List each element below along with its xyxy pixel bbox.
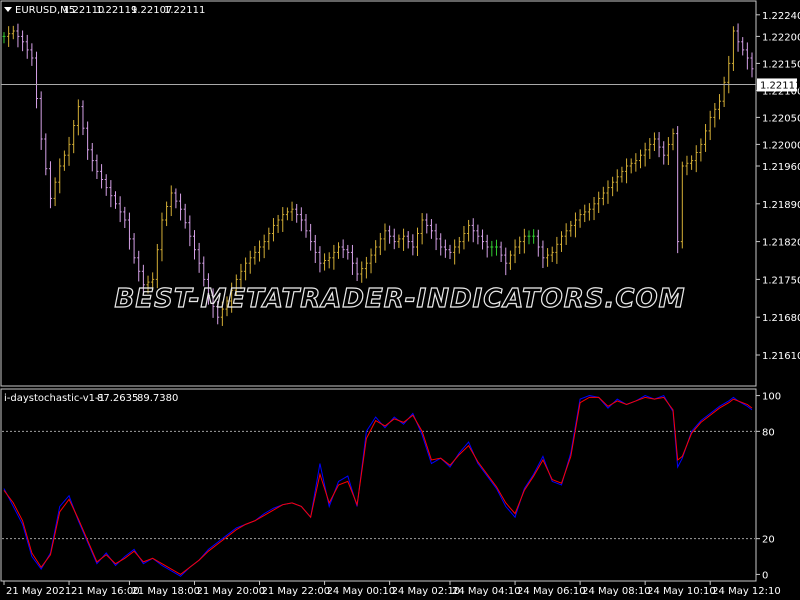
time-tick-label: 21 May 22:00 bbox=[262, 586, 331, 597]
price-tick-label: 1.21680 bbox=[762, 313, 800, 324]
indicator-tick-label: 20 bbox=[762, 535, 775, 546]
trading-chart[interactable]: 1.222401.222001.221501.221001.220501.220… bbox=[0, 0, 800, 600]
indicator-tick-label: 80 bbox=[762, 427, 775, 438]
indicator-value-1: 87.2635 bbox=[97, 393, 138, 404]
time-tick-label: 24 May 10:10 bbox=[647, 586, 716, 597]
price-tick-label: 1.22240 bbox=[762, 11, 800, 22]
price-tick-label: 1.22000 bbox=[762, 140, 800, 151]
time-tick-label: 21 May 2021 bbox=[6, 586, 71, 597]
time-tick-label: 21 May 20:00 bbox=[196, 586, 265, 597]
time-tick-label: 21 May 16:00 bbox=[71, 586, 140, 597]
indicator-tick-label: 0 bbox=[762, 570, 768, 581]
time-tick-label: 24 May 00:10 bbox=[327, 586, 396, 597]
indicator-tick-label: 100 bbox=[762, 392, 781, 403]
time-tick-label: 24 May 04:10 bbox=[452, 586, 521, 597]
bid-price-label: 1.22111 bbox=[760, 80, 800, 91]
time-tick-label: 24 May 12:10 bbox=[712, 586, 781, 597]
header-value-4: 1.22111 bbox=[164, 5, 205, 16]
time-tick-label: 21 May 18:00 bbox=[131, 586, 200, 597]
price-tick-label: 1.21750 bbox=[762, 275, 800, 286]
price-tick-label: 1.21960 bbox=[762, 162, 800, 173]
price-tick-label: 1.21610 bbox=[762, 351, 800, 362]
watermark-text: BEST-METATRADER-INDICATORS.COM bbox=[115, 284, 686, 314]
price-tick-label: 1.21820 bbox=[762, 238, 800, 249]
price-tick-label: 1.21890 bbox=[762, 200, 800, 211]
indicator-name: i-daystochastic-v1-1 bbox=[4, 393, 105, 404]
time-tick-label: 24 May 08:10 bbox=[582, 586, 651, 597]
price-tick-label: 1.22050 bbox=[762, 113, 800, 124]
indicator-value-2: 89.7380 bbox=[137, 393, 178, 404]
time-tick-label: 24 May 06:10 bbox=[517, 586, 586, 597]
time-tick-label: 24 May 02:10 bbox=[392, 586, 461, 597]
price-tick-label: 1.22150 bbox=[762, 59, 800, 70]
price-tick-label: 1.22200 bbox=[762, 32, 800, 43]
